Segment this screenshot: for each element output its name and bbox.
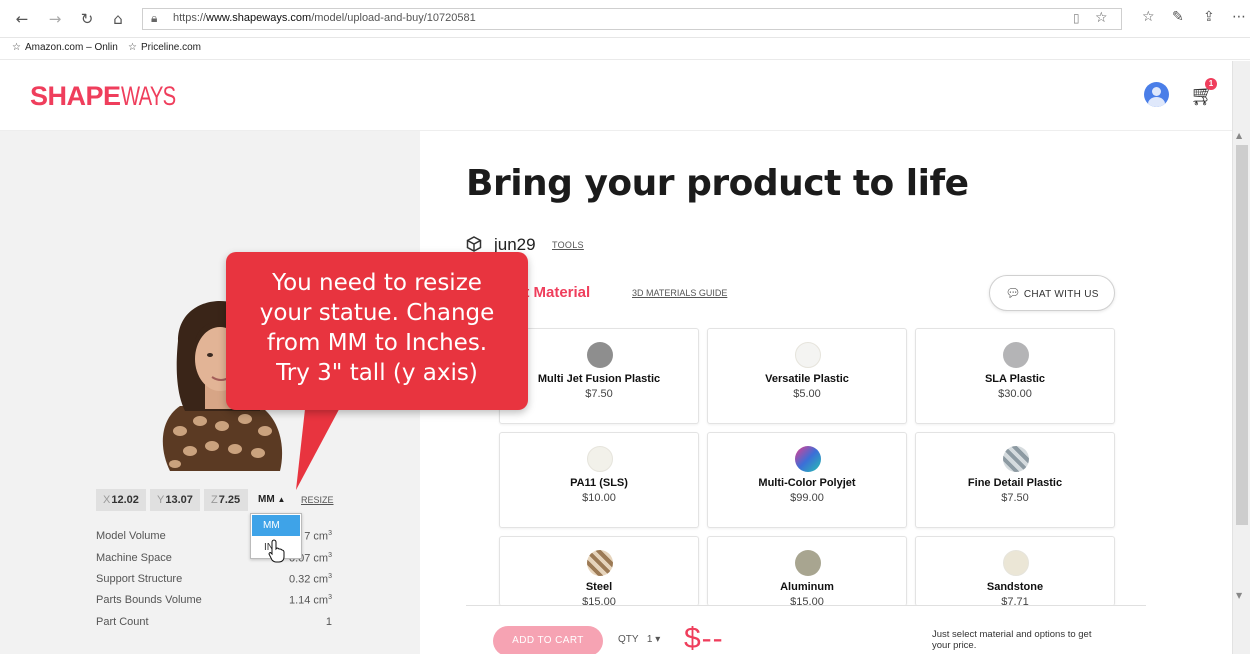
more-menu-icon[interactable]: ⋯ xyxy=(1232,9,1246,25)
materials-guide-link[interactable]: 3D MATERIALS GUIDE xyxy=(632,288,727,298)
material-card[interactable]: Versatile Plastic $5.00 xyxy=(707,328,907,424)
material-price: $7.50 xyxy=(585,388,613,400)
material-card[interactable]: Steel $15.00 xyxy=(499,536,699,608)
price-note: Just select material and options to get … xyxy=(932,629,1092,651)
material-name: Multi Jet Fusion Plastic xyxy=(537,373,661,385)
add-to-cart-button[interactable]: ADD TO CART xyxy=(493,626,603,654)
lock-icon: 🔒︎ xyxy=(151,11,158,25)
favorite-star-icon[interactable]: ☆ xyxy=(1095,10,1108,26)
callout-pointer xyxy=(296,400,344,490)
shapeways-logo[interactable]: SHAPEWAYS xyxy=(30,81,193,112)
cube-icon xyxy=(466,236,482,252)
material-name: SLA Plastic xyxy=(984,373,1046,385)
material-swatch xyxy=(587,342,613,368)
page: ← → ↻ ⌂ 🔒︎ https://www.shapeways.com/mod… xyxy=(0,0,1250,654)
tools-link[interactable]: TOOLS xyxy=(552,240,584,250)
page-title: Bring your product to life xyxy=(466,163,969,204)
favorites-bar: ☆ Amazon.com – Onlin ☆ Priceline.com xyxy=(0,38,1250,60)
browser-toolbar: ← → ↻ ⌂ 🔒︎ https://www.shapeways.com/mod… xyxy=(0,0,1250,38)
material-swatch xyxy=(587,550,613,576)
caret-down-icon: ▾ xyxy=(655,634,661,645)
page-scrollbar[interactable]: ▲ ▼ xyxy=(1232,61,1250,654)
share-icon[interactable]: ⇪ xyxy=(1203,9,1215,25)
url-text: https://www.shapeways.com/model/upload-a… xyxy=(173,12,476,24)
callout-text: You need to resize your statue. Change f… xyxy=(259,270,495,386)
site-header: SHAPEWAYS 🛒︎ 1 xyxy=(0,61,1232,131)
refresh-icon[interactable]: ↻ xyxy=(77,9,97,29)
material-price: $7.50 xyxy=(1001,492,1029,504)
material-card[interactable]: Sandstone $7.71 xyxy=(915,536,1115,608)
resize-link[interactable]: RESIZE xyxy=(301,489,334,511)
favorite-priceline[interactable]: ☆ Priceline.com xyxy=(128,42,201,53)
material-name: Steel xyxy=(585,581,613,593)
material-swatch xyxy=(795,342,821,368)
hand-cursor-icon xyxy=(268,539,285,563)
user-avatar-icon[interactable] xyxy=(1144,82,1169,107)
price-display: $-- xyxy=(684,622,724,654)
notes-pen-icon[interactable]: ✎ xyxy=(1172,9,1184,25)
material-card[interactable]: PA11 (SLS) $10.00 xyxy=(499,432,699,528)
favorites-list-icon[interactable]: ☆ xyxy=(1142,9,1155,25)
stat-row: Part Count 1 xyxy=(96,616,332,628)
address-bar[interactable]: 🔒︎ https://www.shapeways.com/model/uploa… xyxy=(142,8,1122,30)
reading-view-icon[interactable]: ▯ xyxy=(1073,11,1080,25)
stat-row: Support Structure 0.32 cm3 xyxy=(96,573,332,586)
scrollbar-thumb[interactable] xyxy=(1236,145,1248,525)
instruction-callout: You need to resize your statue. Change f… xyxy=(226,252,528,410)
material-swatch xyxy=(587,446,613,472)
material-card[interactable]: Fine Detail Plastic $7.50 xyxy=(915,432,1115,528)
home-icon[interactable]: ⌂ xyxy=(108,9,128,29)
dim-z[interactable]: Z7.25 xyxy=(204,489,248,511)
caret-up-icon: ▲ xyxy=(277,495,286,504)
unit-option-mm[interactable]: MM xyxy=(252,515,300,536)
material-card[interactable]: Multi Jet Fusion Plastic $7.50 xyxy=(499,328,699,424)
material-name: Fine Detail Plastic xyxy=(967,477,1063,489)
cart-count-badge: 1 xyxy=(1205,78,1217,90)
dim-y[interactable]: Y13.07 xyxy=(150,489,200,511)
material-price: $5.00 xyxy=(793,388,821,400)
purchase-bar: ADD TO CART QTY 1 ▾ $-- Just select mate… xyxy=(420,606,1232,654)
material-card[interactable]: Aluminum $15.00 xyxy=(707,536,907,608)
material-price: $10.00 xyxy=(582,492,616,504)
material-card[interactable]: SLA Plastic $30.00 xyxy=(915,328,1115,424)
chat-with-us-button[interactable]: 💬︎ CHAT WITH US xyxy=(989,275,1115,311)
material-name: Multi-Color Polyjet xyxy=(758,477,856,489)
material-price: $99.00 xyxy=(790,492,824,504)
material-swatch xyxy=(1003,550,1029,576)
favorite-star-icon: ☆ xyxy=(128,42,137,53)
chat-bubble-icon: 💬︎ xyxy=(1005,286,1021,300)
back-arrow-icon[interactable]: ← xyxy=(12,9,32,29)
material-name: Aluminum xyxy=(780,581,834,593)
forward-arrow-icon[interactable]: → xyxy=(45,9,65,29)
material-swatch xyxy=(1003,446,1029,472)
material-price: $30.00 xyxy=(998,388,1032,400)
unit-select[interactable]: MM ▲ xyxy=(258,489,285,511)
material-card[interactable]: Multi-Color Polyjet $99.00 xyxy=(707,432,907,528)
dim-x[interactable]: X12.02 xyxy=(96,489,146,511)
favorite-amazon[interactable]: ☆ Amazon.com – Onlin xyxy=(12,42,118,53)
favorite-star-icon: ☆ xyxy=(12,42,21,53)
material-name: PA11 (SLS) xyxy=(570,477,628,489)
material-swatch xyxy=(795,446,821,472)
scroll-down-icon[interactable]: ▼ xyxy=(1236,591,1242,600)
scroll-up-icon[interactable]: ▲ xyxy=(1236,131,1242,140)
material-swatch xyxy=(1003,342,1029,368)
stat-row: Parts Bounds Volume 1.14 cm3 xyxy=(96,594,332,607)
material-name: Sandstone xyxy=(986,581,1044,593)
material-swatch xyxy=(795,550,821,576)
quantity-select[interactable]: QTY 1 ▾ xyxy=(618,634,660,645)
material-name: Versatile Plastic xyxy=(765,373,849,385)
